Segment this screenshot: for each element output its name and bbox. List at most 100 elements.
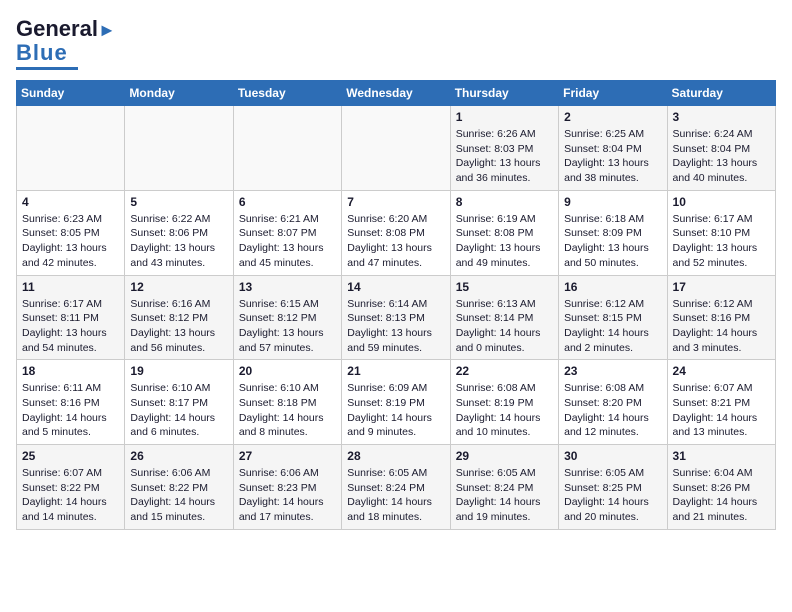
weekday-header-monday: Monday	[125, 81, 233, 106]
weekday-header-thursday: Thursday	[450, 81, 558, 106]
calendar-cell: 11 Sunrise: 6:17 AMSunset: 8:11 PMDayligh…	[17, 275, 125, 360]
calendar-cell: 24 Sunrise: 6:07 AMSunset: 8:21 PMDayligh…	[667, 360, 775, 445]
day-number: 31	[673, 449, 770, 463]
day-number: 5	[130, 195, 227, 209]
day-number: 29	[456, 449, 553, 463]
calendar-cell: 31 Sunrise: 6:04 AMSunset: 8:26 PMDayligh…	[667, 445, 775, 530]
day-info: Sunrise: 6:10 AMSunset: 8:17 PMDaylight:…	[130, 381, 227, 440]
day-number: 24	[673, 364, 770, 378]
calendar-cell	[125, 106, 233, 191]
day-info: Sunrise: 6:14 AMSunset: 8:13 PMDaylight:…	[347, 297, 444, 356]
calendar: SundayMondayTuesdayWednesdayThursdayFrid…	[16, 80, 776, 530]
weekday-header-saturday: Saturday	[667, 81, 775, 106]
day-info: Sunrise: 6:17 AMSunset: 8:10 PMDaylight:…	[673, 212, 770, 271]
calendar-cell	[233, 106, 341, 191]
day-number: 23	[564, 364, 661, 378]
day-info: Sunrise: 6:05 AMSunset: 8:25 PMDaylight:…	[564, 466, 661, 525]
calendar-cell: 5Sunrise: 6:22 AMSunset: 8:06 PMDaylight…	[125, 190, 233, 275]
calendar-cell: 29 Sunrise: 6:05 AMSunset: 8:24 PMDayligh…	[450, 445, 558, 530]
day-number: 12	[130, 280, 227, 294]
day-info: Sunrise: 6:23 AMSunset: 8:05 PMDaylight:…	[22, 212, 119, 271]
calendar-cell: 9 Sunrise: 6:18 AMSunset: 8:09 PMDaylight…	[559, 190, 667, 275]
day-info: Sunrise: 6:08 AMSunset: 8:20 PMDaylight:…	[564, 381, 661, 440]
day-info: Sunrise: 6:07 AMSunset: 8:21 PMDaylight:…	[673, 381, 770, 440]
day-info: Sunrise: 6:13 AMSunset: 8:14 PMDaylight:…	[456, 297, 553, 356]
calendar-cell: 13Sunrise: 6:15 AMSunset: 8:12 PMDayligh…	[233, 275, 341, 360]
calendar-cell: 1 Sunrise: 6:26 AMSunset: 8:03 PMDaylight…	[450, 106, 558, 191]
day-number: 4	[22, 195, 119, 209]
calendar-cell: 3 Sunrise: 6:24 AMSunset: 8:04 PMDaylight…	[667, 106, 775, 191]
calendar-cell: 22 Sunrise: 6:08 AMSunset: 8:19 PMDayligh…	[450, 360, 558, 445]
day-info: Sunrise: 6:15 AMSunset: 8:12 PMDaylight:…	[239, 297, 336, 356]
calendar-cell: 8Sunrise: 6:19 AMSunset: 8:08 PMDaylight…	[450, 190, 558, 275]
calendar-cell: 14 Sunrise: 6:14 AMSunset: 8:13 PMDayligh…	[342, 275, 450, 360]
day-number: 20	[239, 364, 336, 378]
day-info: Sunrise: 6:21 AMSunset: 8:07 PMDaylight:…	[239, 212, 336, 271]
logo-blue-text: Blue	[16, 40, 68, 66]
day-number: 10	[673, 195, 770, 209]
day-info: Sunrise: 6:12 AMSunset: 8:16 PMDaylight:…	[673, 297, 770, 356]
calendar-cell: 4 Sunrise: 6:23 AMSunset: 8:05 PMDaylight…	[17, 190, 125, 275]
day-info: Sunrise: 6:08 AMSunset: 8:19 PMDaylight:…	[456, 381, 553, 440]
day-number: 19	[130, 364, 227, 378]
weekday-header-sunday: Sunday	[17, 81, 125, 106]
day-number: 9	[564, 195, 661, 209]
day-number: 3	[673, 110, 770, 124]
day-info: Sunrise: 6:20 AMSunset: 8:08 PMDaylight:…	[347, 212, 444, 271]
day-number: 30	[564, 449, 661, 463]
calendar-cell: 10 Sunrise: 6:17 AMSunset: 8:10 PMDayligh…	[667, 190, 775, 275]
calendar-cell: 28 Sunrise: 6:05 AMSunset: 8:24 PMDayligh…	[342, 445, 450, 530]
calendar-cell	[17, 106, 125, 191]
calendar-cell: 30 Sunrise: 6:05 AMSunset: 8:25 PMDayligh…	[559, 445, 667, 530]
day-number: 18	[22, 364, 119, 378]
day-number: 16	[564, 280, 661, 294]
day-info: Sunrise: 6:26 AMSunset: 8:03 PMDaylight:…	[456, 127, 553, 186]
day-info: Sunrise: 6:25 AMSunset: 8:04 PMDaylight:…	[564, 127, 661, 186]
calendar-cell: 25Sunrise: 6:07 AMSunset: 8:22 PMDayligh…	[17, 445, 125, 530]
day-info: Sunrise: 6:12 AMSunset: 8:15 PMDaylight:…	[564, 297, 661, 356]
calendar-cell: 19 Sunrise: 6:10 AMSunset: 8:17 PMDayligh…	[125, 360, 233, 445]
weekday-header-friday: Friday	[559, 81, 667, 106]
logo: General► Blue	[16, 16, 116, 70]
day-info: Sunrise: 6:04 AMSunset: 8:26 PMDaylight:…	[673, 466, 770, 525]
calendar-cell: 17 Sunrise: 6:12 AMSunset: 8:16 PMDayligh…	[667, 275, 775, 360]
day-info: Sunrise: 6:24 AMSunset: 8:04 PMDaylight:…	[673, 127, 770, 186]
day-info: Sunrise: 6:18 AMSunset: 8:09 PMDaylight:…	[564, 212, 661, 271]
weekday-header-tuesday: Tuesday	[233, 81, 341, 106]
day-info: Sunrise: 6:16 AMSunset: 8:12 PMDaylight:…	[130, 297, 227, 356]
calendar-cell: 21 Sunrise: 6:09 AMSunset: 8:19 PMDayligh…	[342, 360, 450, 445]
day-info: Sunrise: 6:19 AMSunset: 8:08 PMDaylight:…	[456, 212, 553, 271]
day-info: Sunrise: 6:07 AMSunset: 8:22 PMDaylight:…	[22, 466, 119, 525]
day-number: 14	[347, 280, 444, 294]
day-info: Sunrise: 6:09 AMSunset: 8:19 PMDaylight:…	[347, 381, 444, 440]
calendar-cell: 2 Sunrise: 6:25 AMSunset: 8:04 PMDaylight…	[559, 106, 667, 191]
day-info: Sunrise: 6:11 AMSunset: 8:16 PMDaylight:…	[22, 381, 119, 440]
calendar-cell: 12 Sunrise: 6:16 AMSunset: 8:12 PMDayligh…	[125, 275, 233, 360]
day-info: Sunrise: 6:05 AMSunset: 8:24 PMDaylight:…	[456, 466, 553, 525]
day-number: 7	[347, 195, 444, 209]
day-number: 26	[130, 449, 227, 463]
calendar-cell: 16 Sunrise: 6:12 AMSunset: 8:15 PMDayligh…	[559, 275, 667, 360]
calendar-cell: 18 Sunrise: 6:11 AMSunset: 8:16 PMDayligh…	[17, 360, 125, 445]
day-number: 22	[456, 364, 553, 378]
day-number: 6	[239, 195, 336, 209]
day-info: Sunrise: 6:06 AMSunset: 8:22 PMDaylight:…	[130, 466, 227, 525]
calendar-cell: 6 Sunrise: 6:21 AMSunset: 8:07 PMDaylight…	[233, 190, 341, 275]
day-number: 15	[456, 280, 553, 294]
day-number: 17	[673, 280, 770, 294]
day-info: Sunrise: 6:17 AMSunset: 8:11 PMDaylight:…	[22, 297, 119, 356]
calendar-cell	[342, 106, 450, 191]
day-number: 2	[564, 110, 661, 124]
calendar-cell: 20 Sunrise: 6:10 AMSunset: 8:18 PMDayligh…	[233, 360, 341, 445]
day-number: 28	[347, 449, 444, 463]
day-info: Sunrise: 6:10 AMSunset: 8:18 PMDaylight:…	[239, 381, 336, 440]
day-info: Sunrise: 6:05 AMSunset: 8:24 PMDaylight:…	[347, 466, 444, 525]
calendar-cell: 15 Sunrise: 6:13 AMSunset: 8:14 PMDayligh…	[450, 275, 558, 360]
day-number: 11	[22, 280, 119, 294]
page-header: General► Blue	[16, 16, 776, 70]
calendar-cell: 26 Sunrise: 6:06 AMSunset: 8:22 PMDayligh…	[125, 445, 233, 530]
calendar-cell: 23 Sunrise: 6:08 AMSunset: 8:20 PMDayligh…	[559, 360, 667, 445]
day-number: 21	[347, 364, 444, 378]
calendar-cell: 7 Sunrise: 6:20 AMSunset: 8:08 PMDaylight…	[342, 190, 450, 275]
day-number: 1	[456, 110, 553, 124]
